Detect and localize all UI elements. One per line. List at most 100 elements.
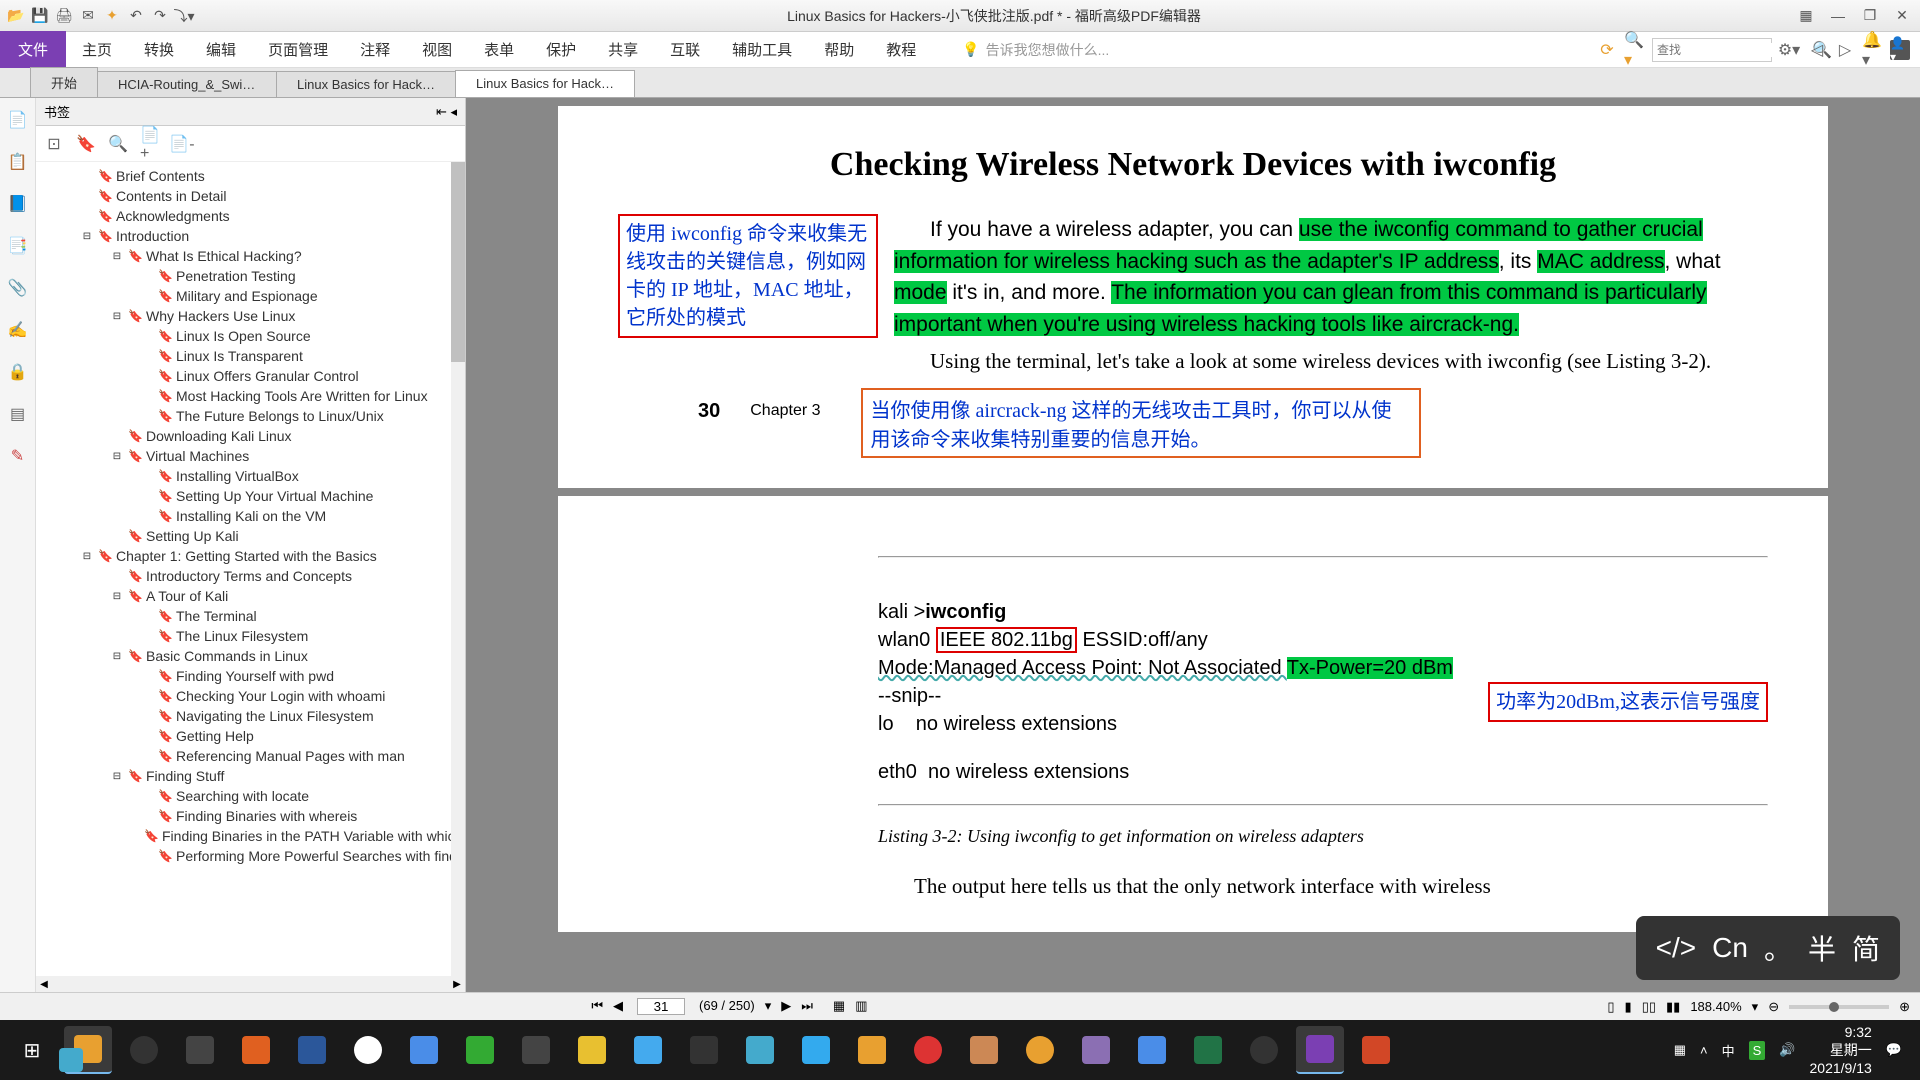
scrollbar[interactable] xyxy=(451,162,465,976)
menu-item[interactable]: 辅助工具 xyxy=(716,31,808,68)
first-page-icon[interactable]: ⏮ xyxy=(591,998,603,1015)
bookmark-item[interactable]: 🔖Installing VirtualBox xyxy=(40,466,461,486)
open-icon[interactable]: 📂 xyxy=(6,6,26,26)
taskbar-app[interactable] xyxy=(344,1026,392,1074)
taskbar-app[interactable] xyxy=(1184,1026,1232,1074)
bookmark-item[interactable]: 🔖Referencing Manual Pages with man xyxy=(40,746,461,766)
taskbar-app[interactable] xyxy=(1240,1026,1288,1074)
maximize-button[interactable]: ❐ xyxy=(1858,6,1882,26)
bookmark-item[interactable]: 🔖Linux Offers Granular Control xyxy=(40,366,461,386)
bookmark-item[interactable]: 🔖Getting Help xyxy=(40,726,461,746)
tray-clock[interactable]: 9:32 星期一 2021/9/13 xyxy=(1810,1023,1872,1078)
bookmark-item[interactable]: ⊟🔖Finding Stuff xyxy=(40,766,461,786)
save-icon[interactable]: 💾 xyxy=(30,6,50,26)
bookmark-item[interactable]: ⊟🔖What Is Ethical Hacking? xyxy=(40,246,461,266)
bookmark-remove-icon[interactable]: 📄- xyxy=(172,134,192,154)
taskbar-app[interactable] xyxy=(960,1026,1008,1074)
bookmark-item[interactable]: ⊟🔖Introduction xyxy=(40,226,461,246)
bookmark-search-icon[interactable]: 🔍 xyxy=(108,134,128,154)
taskbar-app[interactable] xyxy=(400,1026,448,1074)
close-button[interactable]: ✕ xyxy=(1890,6,1914,26)
menu-item[interactable]: 主页 xyxy=(66,31,128,68)
tab-doc[interactable]: Linux Basics for Hacker... xyxy=(276,71,456,97)
ime-indicator[interactable]: </> Cn 。 半 简 xyxy=(1636,916,1900,980)
bookmark-add-icon[interactable]: 📄+ xyxy=(140,134,160,154)
tray-notifications-icon[interactable]: 💬 xyxy=(1886,1042,1902,1058)
menu-item[interactable]: 帮助 xyxy=(808,31,870,68)
view-facing-cont-icon[interactable]: ▮▮ xyxy=(1666,999,1680,1015)
bookmark-item[interactable]: 🔖Performing More Powerful Searches with … xyxy=(40,846,461,866)
taskbar-app[interactable] xyxy=(288,1026,336,1074)
search-icon[interactable]: 🔍▾ xyxy=(1624,39,1646,61)
tray-icon[interactable]: ▦ xyxy=(1674,1042,1686,1058)
redo-icon[interactable]: ↷ xyxy=(150,6,170,26)
bookmark-item[interactable]: 🔖Contents in Detail xyxy=(40,186,461,206)
signature-icon[interactable]: ✍ xyxy=(6,318,30,342)
menu-item[interactable]: 编辑 xyxy=(190,31,252,68)
tray-expand-icon[interactable]: ˄ xyxy=(1700,1043,1708,1058)
horizontal-scrollbar[interactable]: ◀ ▶ xyxy=(36,976,465,992)
scroll-right-icon[interactable]: ▶ xyxy=(449,979,465,990)
expand-all-icon[interactable]: ⊡ xyxy=(44,134,64,154)
bookmark-item[interactable]: 🔖The Future Belongs to Linux/Unix xyxy=(40,406,461,426)
settings-icon[interactable]: ⚙▾ xyxy=(1778,39,1800,61)
bookmark-item[interactable]: 🔖Navigating the Linux Filesystem xyxy=(40,706,461,726)
scroll-left-icon[interactable]: ◀ xyxy=(36,979,52,990)
layers-icon[interactable]: 📑 xyxy=(6,234,30,258)
bookmark-item[interactable]: 🔖Finding Binaries in the PATH Variable w… xyxy=(40,826,461,846)
bookmark-item[interactable]: 🔖Penetration Testing xyxy=(40,266,461,286)
prev-view-icon[interactable]: ◁ xyxy=(1806,39,1828,61)
zoom-in-icon[interactable]: ⊕ xyxy=(1899,999,1910,1015)
taskbar-app[interactable] xyxy=(1296,1026,1344,1074)
bookmark-item[interactable]: 🔖Linux Is Transparent xyxy=(40,346,461,366)
taskbar-app[interactable] xyxy=(512,1026,560,1074)
zoom-dropdown-icon[interactable]: ▾ xyxy=(1752,999,1759,1015)
bookmark-item[interactable]: ⊟🔖A Tour of Kali xyxy=(40,586,461,606)
clipboard-icon[interactable]: 📋 xyxy=(6,150,30,174)
edit-icon[interactable]: ✎ xyxy=(6,444,30,468)
menu-item[interactable]: 互联 xyxy=(654,31,716,68)
tree-expand-icon[interactable]: ⊟ xyxy=(110,771,124,782)
undo-icon[interactable]: ↶ xyxy=(126,6,146,26)
last-page-icon[interactable]: ⏭ xyxy=(801,998,813,1015)
bookmarks-tree[interactable]: 🔖Brief Contents🔖Contents in Detail🔖Ackno… xyxy=(36,162,465,976)
next-page-icon[interactable]: ▶ xyxy=(781,998,791,1015)
document-content[interactable]: Checking Wireless Network Devices with i… xyxy=(466,98,1920,992)
bookmark-item[interactable]: 🔖Downloading Kali Linux xyxy=(40,426,461,446)
tray-ime-icon[interactable]: 中 xyxy=(1722,1041,1735,1060)
taskbar-app[interactable] xyxy=(1072,1026,1120,1074)
bookmark-item[interactable]: 🔖Finding Yourself with pwd xyxy=(40,666,461,686)
menu-item[interactable]: 表单 xyxy=(468,31,530,68)
dropdown-icon[interactable]: ⤵▾ xyxy=(174,6,194,26)
sync-icon[interactable]: ⟳ xyxy=(1596,39,1618,61)
taskbar-app[interactable] xyxy=(736,1026,784,1074)
taskbar-app[interactable] xyxy=(1128,1026,1176,1074)
tab-doc[interactable]: HCIA-Routing_&_Switc... xyxy=(97,71,277,97)
form-icon[interactable]: ▤ xyxy=(6,402,30,426)
taskbar-app[interactable] xyxy=(680,1026,728,1074)
tree-expand-icon[interactable]: ⊟ xyxy=(110,451,124,462)
menu-item[interactable]: 保护 xyxy=(530,31,592,68)
email-icon[interactable]: ✉ xyxy=(78,6,98,26)
bookmark-item[interactable]: 🔖Checking Your Login with whoami xyxy=(40,686,461,706)
new-bookmark-icon[interactable]: 🔖 xyxy=(76,134,96,154)
taskbar-app[interactable] xyxy=(50,1041,92,1079)
tree-expand-icon[interactable]: ⊟ xyxy=(110,311,124,322)
zoom-slider[interactable] xyxy=(1789,1005,1889,1009)
bookmark-item[interactable]: 🔖Setting Up Your Virtual Machine xyxy=(40,486,461,506)
bookmark-item[interactable]: 🔖Most Hacking Tools Are Written for Linu… xyxy=(40,386,461,406)
menu-file[interactable]: 文件 xyxy=(0,31,66,68)
bookmark-item[interactable]: 🔖The Linux Filesystem xyxy=(40,626,461,646)
bookmark-item[interactable]: ⊟🔖Basic Commands in Linux xyxy=(40,646,461,666)
taskbar-app[interactable] xyxy=(1016,1026,1064,1074)
view-continuous-icon[interactable]: ▮ xyxy=(1625,999,1632,1015)
taskbar-app[interactable] xyxy=(792,1026,840,1074)
zoom-out-icon[interactable]: ⊖ xyxy=(1768,999,1779,1015)
bookmark-item[interactable]: 🔖Linux Is Open Source xyxy=(40,326,461,346)
taskbar-app[interactable] xyxy=(904,1026,952,1074)
bookmark-item[interactable]: 🔖Brief Contents xyxy=(40,166,461,186)
taskbar-app[interactable] xyxy=(848,1026,896,1074)
apps-icon[interactable]: ▦ xyxy=(1794,6,1818,26)
view-mode-icon[interactable]: ▦ xyxy=(833,998,845,1015)
tree-expand-icon[interactable]: ⊟ xyxy=(80,231,94,242)
